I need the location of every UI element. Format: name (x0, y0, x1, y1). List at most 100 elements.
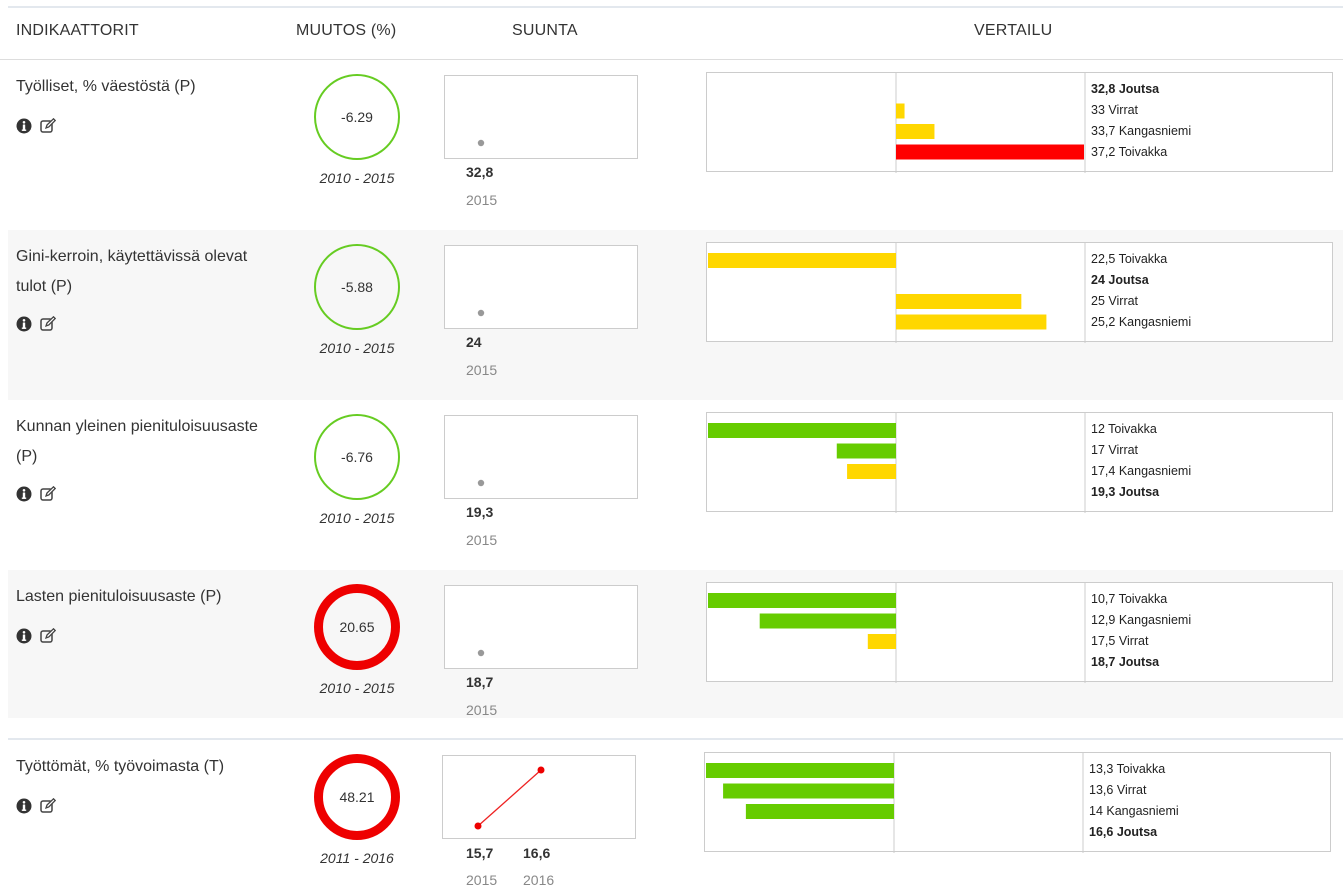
comparison-municipality: Kangasniemi (1118, 464, 1192, 478)
comparison-label: 37,2 Toivakka (1091, 142, 1191, 163)
comparison-bar (896, 314, 1047, 330)
comparison-value: 12 (1091, 422, 1105, 436)
change-period: 2010 - 2015 (319, 510, 395, 526)
comparison-labels: 10,7 Toivakka 12,9 Kangasniemi 17,5 Virrat… (1091, 589, 1191, 673)
comparison-municipality: Kangasniemi (1118, 613, 1192, 627)
change-indicator: -6.76 (314, 414, 400, 500)
change-period: 2010 - 2015 (319, 340, 395, 356)
comparison-bar (708, 423, 896, 438)
comparison-municipality: Kangasniemi (1118, 124, 1192, 138)
comparison-municipality: Kangasniemi (1106, 804, 1179, 818)
indicator-name: Lasten pienituloisuusaste (P) (16, 588, 222, 605)
comparison-labels: 12 Toivakka 17 Virrat 17,4 Kangasniemi 19,3… (1091, 419, 1191, 503)
trend-point (477, 309, 485, 317)
comparison-municipality: Toivakka (1118, 145, 1168, 159)
comparison-labels: 13,3 Toivakka 13,6 Virrat 14 Kangasniemi 16… (1089, 759, 1179, 843)
trend-chart (444, 245, 638, 329)
trend-value: 32,8 (466, 164, 494, 180)
header-direction: SUUNTA (512, 22, 578, 39)
indicator-name: Työlliset, % väestöstä (P) (16, 78, 196, 95)
info-icon[interactable] (16, 798, 32, 819)
comparison-bar (836, 443, 896, 459)
comparison-value: 16,6 (1089, 825, 1114, 839)
indicator-name: Kunnan yleinen pienituloisuusaste (P) (16, 418, 258, 465)
comparison-label: 14 Kangasniemi (1089, 801, 1179, 822)
comparison-bar (745, 804, 894, 819)
comparison-bar (706, 763, 894, 778)
top-border (8, 6, 1343, 8)
comparison-svg (708, 243, 1086, 343)
change-period: 2010 - 2015 (319, 680, 395, 696)
edit-icon[interactable] (40, 797, 57, 819)
trend-year: 2015 (466, 702, 498, 718)
trend-value: 24 (466, 334, 482, 350)
comparison-chart: 10,7 Toivakka 12,9 Kangasniemi 17,5 Virrat… (706, 582, 1333, 683)
edit-icon[interactable] (40, 627, 57, 649)
comparison-label: 10,7 Toivakka (1091, 589, 1191, 610)
comparison-chart: 22,5 Toivakka 24 Joutsa 25 Virrat 25,2 Kang… (706, 242, 1333, 343)
comparison-municipality: Virrat (1108, 294, 1139, 308)
comparison-label: 19,3 Joutsa (1091, 482, 1191, 503)
comparison-value: 10,7 (1091, 592, 1116, 606)
trend-svg (477, 139, 485, 147)
comparison-value: 13,6 (1089, 783, 1114, 797)
comparison-labels: 32,8 Joutsa 33 Virrat 33,7 Kangasniemi 37,2… (1091, 79, 1191, 163)
indicator-row: Gini-kerroin, käytettävissä olevat tulot… (8, 230, 1343, 400)
comparison-municipality: Joutsa (1118, 655, 1160, 669)
indicator-actions (16, 627, 57, 649)
table-header: INDIKAATTORIT MUUTOS (%) SUUNTA VERTAILU (0, 10, 1343, 60)
comparison-bar (759, 613, 896, 629)
comparison-value: 33 (1091, 103, 1105, 117)
trend-chart (444, 585, 638, 669)
comparison-label: 24 Joutsa (1091, 270, 1191, 291)
comparison-value: 24 (1091, 273, 1105, 287)
trend-year: 2015 (466, 532, 498, 548)
row-separator (8, 738, 1343, 740)
comparison-value: 33,7 (1091, 124, 1116, 138)
comparison-value: 17 (1091, 443, 1105, 457)
change-indicator: -5.88 (314, 244, 400, 330)
trend-chart (444, 75, 638, 159)
indicator-name: Työttömät, % työvoimasta (T) (16, 758, 225, 775)
comparison-municipality: Joutsa (1118, 82, 1160, 96)
comparison-label: 22,5 Toivakka (1091, 249, 1191, 270)
trend-point (537, 766, 545, 774)
comparison-municipality: Toivakka (1118, 592, 1168, 606)
comparison-municipality: Virrat (1108, 443, 1139, 457)
indicator-row: Kunnan yleinen pienituloisuusaste (P) -6.… (8, 400, 1343, 570)
trend-year: 2015 (466, 362, 498, 378)
trend-value: 18,7 (466, 674, 494, 690)
comparison-value: 17,5 (1091, 634, 1116, 648)
comparison-bar (896, 294, 1022, 309)
comparison-svg (708, 413, 1086, 513)
info-icon[interactable] (16, 628, 32, 649)
header-indicators: INDIKAATTORIT (16, 22, 139, 39)
edit-icon[interactable] (40, 315, 57, 337)
trend-value: 19,3 (466, 504, 494, 520)
comparison-value: 32,8 (1091, 82, 1116, 96)
info-icon[interactable] (16, 118, 32, 139)
comparison-municipality: Virrat (1116, 783, 1147, 797)
change-period: 2010 - 2015 (319, 170, 395, 186)
trend-line (477, 769, 542, 827)
indicator-name: Gini-kerroin, käytettävissä olevat tulot… (16, 248, 248, 295)
comparison-bar (847, 464, 896, 479)
trend-point (477, 649, 485, 657)
comparison-chart: 12 Toivakka 17 Virrat 17,4 Kangasniemi 19,3… (706, 412, 1333, 513)
indicator-row: Lasten pienituloisuusaste (P) 20.65 2010 -… (8, 570, 1343, 718)
comparison-municipality: Joutsa (1116, 825, 1158, 839)
trend-chart (444, 415, 638, 499)
edit-icon[interactable] (40, 117, 57, 139)
info-icon[interactable] (16, 316, 32, 337)
comparison-value: 22,5 (1091, 252, 1116, 266)
edit-icon[interactable] (40, 485, 57, 507)
comparison-bar (896, 144, 1084, 160)
info-icon[interactable] (16, 486, 32, 507)
header-comparison: VERTAILU (974, 22, 1053, 39)
comparison-municipality: Virrat (1108, 103, 1139, 117)
trend-point (477, 139, 485, 147)
comparison-label: 25 Virrat (1091, 291, 1191, 312)
trend-chart (442, 755, 636, 839)
indicator-actions (16, 117, 57, 139)
trend-value: 16,6 (523, 845, 551, 861)
